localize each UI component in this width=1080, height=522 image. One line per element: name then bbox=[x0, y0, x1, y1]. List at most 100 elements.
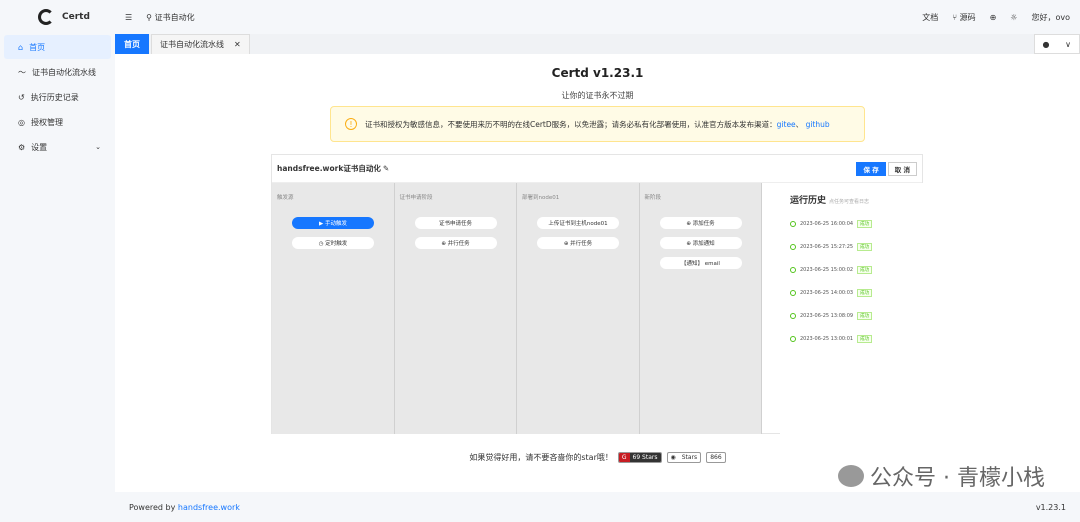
powered-text: Powered by bbox=[129, 502, 176, 512]
task-node[interactable]: ▶ 手动触发 bbox=[292, 217, 374, 229]
theme-icon[interactable]: ☼ bbox=[1010, 13, 1017, 22]
user-greeting[interactable]: 您好，ovo bbox=[1031, 12, 1070, 23]
task-node[interactable]: ⊕ 添加通知 bbox=[659, 237, 742, 249]
history-icon: ↺ bbox=[18, 92, 25, 102]
tabs-bar: 首页 证书自动化流水线 ✕ ● ∨ bbox=[115, 34, 1080, 54]
github-icon: ◉ bbox=[670, 454, 676, 461]
sidebar: Certd ⌂ 首页〜证书自动化流水线 ↺ 执行历史记录 ◎ 授权管理 ⚙ 设置 ⌄ bbox=[0, 0, 115, 522]
gitee-link[interactable]: gitee bbox=[777, 120, 796, 129]
task-node[interactable]: 证书申请任务 bbox=[414, 217, 497, 229]
success-icon bbox=[790, 335, 796, 342]
gear-icon: ⚙ bbox=[18, 142, 26, 152]
security-notice: ! 证书和授权为敏感信息，不要使用来历不明的在线CertD服务，以免泄露；请务必… bbox=[330, 106, 865, 142]
top-header: ☰ ⚲ 证书自动化 文档 ⑂ 源码 ⊕ ☼ 您好，ovo bbox=[115, 0, 1080, 34]
app-logo[interactable]: Certd bbox=[0, 0, 115, 34]
home-icon: ⌂ bbox=[18, 42, 24, 52]
status-badge: 成功 bbox=[857, 265, 873, 274]
powered-link[interactable]: handsfree.work bbox=[178, 503, 240, 512]
success-icon bbox=[790, 312, 796, 319]
history-item[interactable]: 2023-06-25 15:27:25 成功 bbox=[780, 235, 923, 258]
github-stars-badge[interactable]: ◉ Stars bbox=[666, 452, 702, 463]
stage-title: 证书申请阶段 bbox=[399, 195, 433, 201]
breadcrumb: ⚲ 证书自动化 bbox=[146, 12, 195, 22]
slogan: 让你的证书永不过期 bbox=[561, 91, 634, 100]
main-content: Certd v1.23.1 让你的证书永不过期 ! 证书和授权为敏感信息，不要使… bbox=[115, 54, 1080, 492]
docs-link[interactable]: 文档 bbox=[922, 12, 938, 23]
sidebar-item-label: 授权管理 bbox=[30, 117, 63, 127]
github-link[interactable]: github bbox=[806, 120, 830, 129]
sidebar-item-label: 设置 bbox=[31, 142, 48, 152]
cancel-button[interactable]: 取 消 bbox=[887, 161, 917, 176]
refresh-icon[interactable]: ● bbox=[1035, 35, 1057, 53]
footer: Powered by handsfree.work v1.23.1 bbox=[115, 492, 1080, 522]
task-node[interactable]: 上传证书到主机node01 bbox=[537, 217, 619, 229]
success-icon bbox=[790, 220, 796, 227]
task-node[interactable]: 【通知】 email bbox=[659, 257, 742, 269]
task-node[interactable]: ⊕ 并行任务 bbox=[414, 237, 497, 249]
history-item[interactable]: 2023-06-25 16:00:04 成功 bbox=[780, 212, 923, 235]
edit-icon[interactable]: ✎ bbox=[383, 164, 389, 173]
watermark: 公众号 · 青檬小栈 bbox=[838, 460, 1045, 492]
history-time: 2023-06-25 13:08:09 bbox=[800, 312, 854, 319]
sidebar-item-label: 首页 bbox=[29, 42, 46, 52]
source-link[interactable]: ⑂ 源码 bbox=[952, 12, 975, 23]
stage: 触发源 ▶ 手动触发 ◷ 定时触发 bbox=[272, 183, 395, 434]
notice-text: 证书和授权为敏感信息，不要使用来历不明的在线CertD服务，以免泄露；请务必私有… bbox=[365, 119, 830, 129]
github-stars-count: 866 bbox=[706, 452, 726, 463]
history-item[interactable]: 2023-06-25 13:00:01 成功 bbox=[780, 327, 923, 350]
stage: 部署到node01 上传证书到主机node01 ⊕ 并行任务 bbox=[517, 183, 640, 434]
menu-fold-icon[interactable]: ☰ bbox=[125, 13, 132, 22]
page-title: Certd v1.23.1 bbox=[551, 66, 644, 80]
save-button[interactable]: 保 存 bbox=[856, 161, 886, 176]
certd-logo-icon bbox=[38, 9, 54, 25]
pipeline-preview: handsfree.work证书自动化 ✎ 保 存 取 消 触发源 ▶ 手动触发 ◷… bbox=[271, 154, 923, 434]
history-time: 2023-06-25 15:27:25 bbox=[800, 243, 854, 250]
history-time: 2023-06-25 14:00:03 bbox=[800, 289, 854, 296]
chevron-down-icon: ⌄ bbox=[95, 143, 101, 151]
chevron-down-icon[interactable]: ∨ bbox=[1057, 35, 1079, 53]
version: v1.23.1 bbox=[1035, 502, 1066, 512]
wechat-icon bbox=[838, 465, 865, 487]
star-text: 如果觉得好用，请不要吝啬你的star哦！ bbox=[469, 453, 613, 462]
task-node[interactable]: ⊕ 并行任务 bbox=[537, 237, 619, 249]
sidebar-item-3[interactable]: ◎ 授权管理 bbox=[4, 110, 111, 134]
run-history: 运行历史 点任务可查看日志 2023-06-25 16:00:04 成功 2023-0… bbox=[780, 183, 923, 434]
sidebar-item-label: 执行历史记录 bbox=[30, 92, 79, 102]
stage: 新阶段 ⊕ 添加任务 ⊕ 添加通知 【通知】 email bbox=[640, 183, 762, 434]
tab-home[interactable]: 首页 bbox=[115, 34, 149, 54]
pipeline-icon: 〜 bbox=[18, 67, 26, 77]
history-item[interactable]: 2023-06-25 13:08:09 成功 bbox=[780, 304, 923, 327]
success-icon bbox=[790, 266, 796, 273]
sidebar-item-0[interactable]: ⌂ 首页 bbox=[4, 35, 111, 59]
stage-title: 触发源 bbox=[277, 195, 294, 201]
sidebar-item-1[interactable]: 〜证书自动化流水线 bbox=[4, 60, 111, 84]
task-node[interactable]: ◷ 定时触发 bbox=[292, 237, 374, 249]
task-node[interactable]: ⊕ 添加任务 bbox=[659, 217, 742, 229]
globe-icon[interactable]: ⊕ bbox=[990, 13, 997, 22]
success-icon bbox=[790, 243, 796, 250]
sidebar-item-label: 证书自动化流水线 bbox=[32, 67, 96, 77]
status-badge: 成功 bbox=[857, 242, 873, 251]
sidebar-item-4[interactable]: ⚙ 设置 ⌄ bbox=[4, 135, 111, 159]
tab-pipeline[interactable]: 证书自动化流水线 ✕ bbox=[151, 34, 250, 54]
history-time: 2023-06-25 13:00:01 bbox=[800, 335, 854, 342]
pipeline-canvas: 触发源 ▶ 手动触发 ◷ 定时触发 证书申请阶段 证书申请任务 ⊕ 并行任务 部署到node… bbox=[272, 183, 762, 434]
stage-title: 新阶段 bbox=[644, 195, 662, 201]
success-icon bbox=[790, 289, 796, 296]
sidebar-item-2[interactable]: ↺ 执行历史记录 bbox=[4, 85, 111, 109]
stage-title: 部署到node01 bbox=[522, 195, 560, 201]
pipeline-name: handsfree.work证书自动化 bbox=[277, 164, 381, 173]
stage: 证书申请阶段证书申请任务 ⊕ 并行任务 bbox=[395, 183, 517, 434]
status-badge: 成功 bbox=[857, 219, 873, 228]
history-time: 2023-06-25 16:00:04 bbox=[800, 220, 854, 227]
status-badge: 成功 bbox=[857, 288, 873, 297]
gitee-stars-badge[interactable]: G 69 Stars bbox=[617, 452, 662, 463]
history-item[interactable]: 2023-06-25 14:00:03 成功 bbox=[780, 281, 923, 304]
history-item[interactable]: 2023-06-25 15:00:02 成功 bbox=[780, 258, 923, 281]
status-badge: 成功 bbox=[857, 334, 873, 343]
warning-icon: ! bbox=[345, 118, 357, 130]
watermark-text: 公众号 · 青檬小栈 bbox=[870, 466, 1045, 491]
app-name: Certd bbox=[62, 12, 90, 22]
history-time: 2023-06-25 15:00:02 bbox=[800, 266, 854, 273]
close-icon[interactable]: ✕ bbox=[234, 40, 241, 49]
